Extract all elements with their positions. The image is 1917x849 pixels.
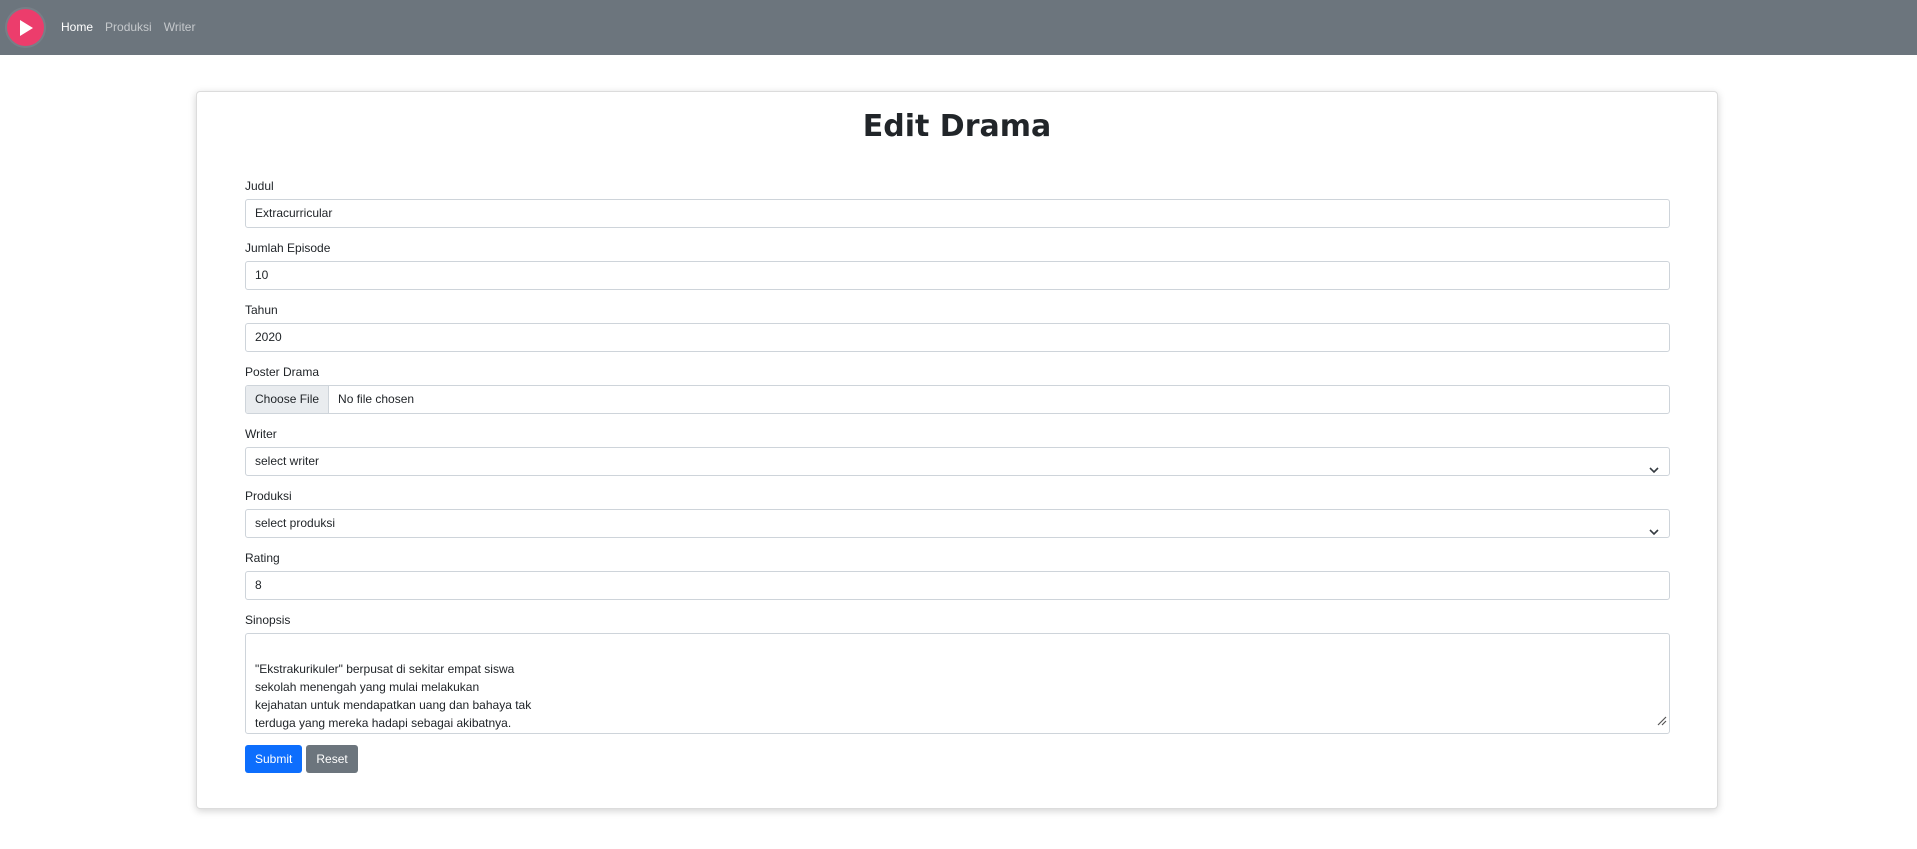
sinopsis-label: Sinopsis xyxy=(245,613,291,627)
writer-select[interactable]: select writer xyxy=(245,447,1670,476)
chevron-down-icon xyxy=(1649,457,1659,484)
nav-link-home[interactable]: Home xyxy=(61,0,93,55)
judul-label: Judul xyxy=(245,179,274,193)
produksi-select[interactable]: select produksi xyxy=(245,509,1670,538)
file-status: No file chosen xyxy=(338,392,415,406)
choose-file-button[interactable]: Choose File xyxy=(246,386,330,413)
rating-label: Rating xyxy=(245,551,280,565)
judul-input[interactable]: Extracurricular xyxy=(245,199,1670,228)
writer-selected: select writer xyxy=(255,454,320,468)
nav-link-produksi[interactable]: Produksi xyxy=(105,0,152,55)
chevron-down-icon xyxy=(1649,519,1659,546)
writer-label: Writer xyxy=(245,427,277,441)
tahun-label: Tahun xyxy=(245,303,278,317)
sinopsis-text: "Ekstrakurikuler" berpusat di sekitar em… xyxy=(255,662,532,730)
rating-input[interactable]: 8 xyxy=(245,571,1670,600)
page-title: Edit Drama xyxy=(862,109,1052,144)
poster-label: Poster Drama xyxy=(245,365,320,379)
resize-handle-icon[interactable] xyxy=(1657,695,1667,731)
poster-file-input[interactable]: Choose File No file chosen xyxy=(245,385,1670,414)
submit-button[interactable]: Submit xyxy=(245,745,303,773)
tahun-input[interactable]: 2020 xyxy=(245,323,1670,352)
form-actions: Submit Reset xyxy=(245,745,1670,773)
edit-drama-card: Edit Drama Judul Extracurricular Jumlah … xyxy=(196,91,1718,809)
sinopsis-textarea[interactable]: "Ekstrakurikuler" berpusat di sekitar em… xyxy=(245,633,1670,734)
nav-link-writer[interactable]: Writer xyxy=(164,0,196,55)
episode-input[interactable]: 10 xyxy=(245,261,1670,290)
episode-label: Jumlah Episode xyxy=(245,241,331,255)
navbar: Home Produksi Writer xyxy=(0,0,1917,55)
produksi-label: Produksi xyxy=(245,489,292,503)
edit-drama-form: Judul Extracurricular Jumlah Episode 10 … xyxy=(245,178,1670,773)
reset-button[interactable]: Reset xyxy=(306,745,358,773)
play-logo-icon[interactable] xyxy=(7,9,44,46)
produksi-selected: select produksi xyxy=(255,516,336,530)
